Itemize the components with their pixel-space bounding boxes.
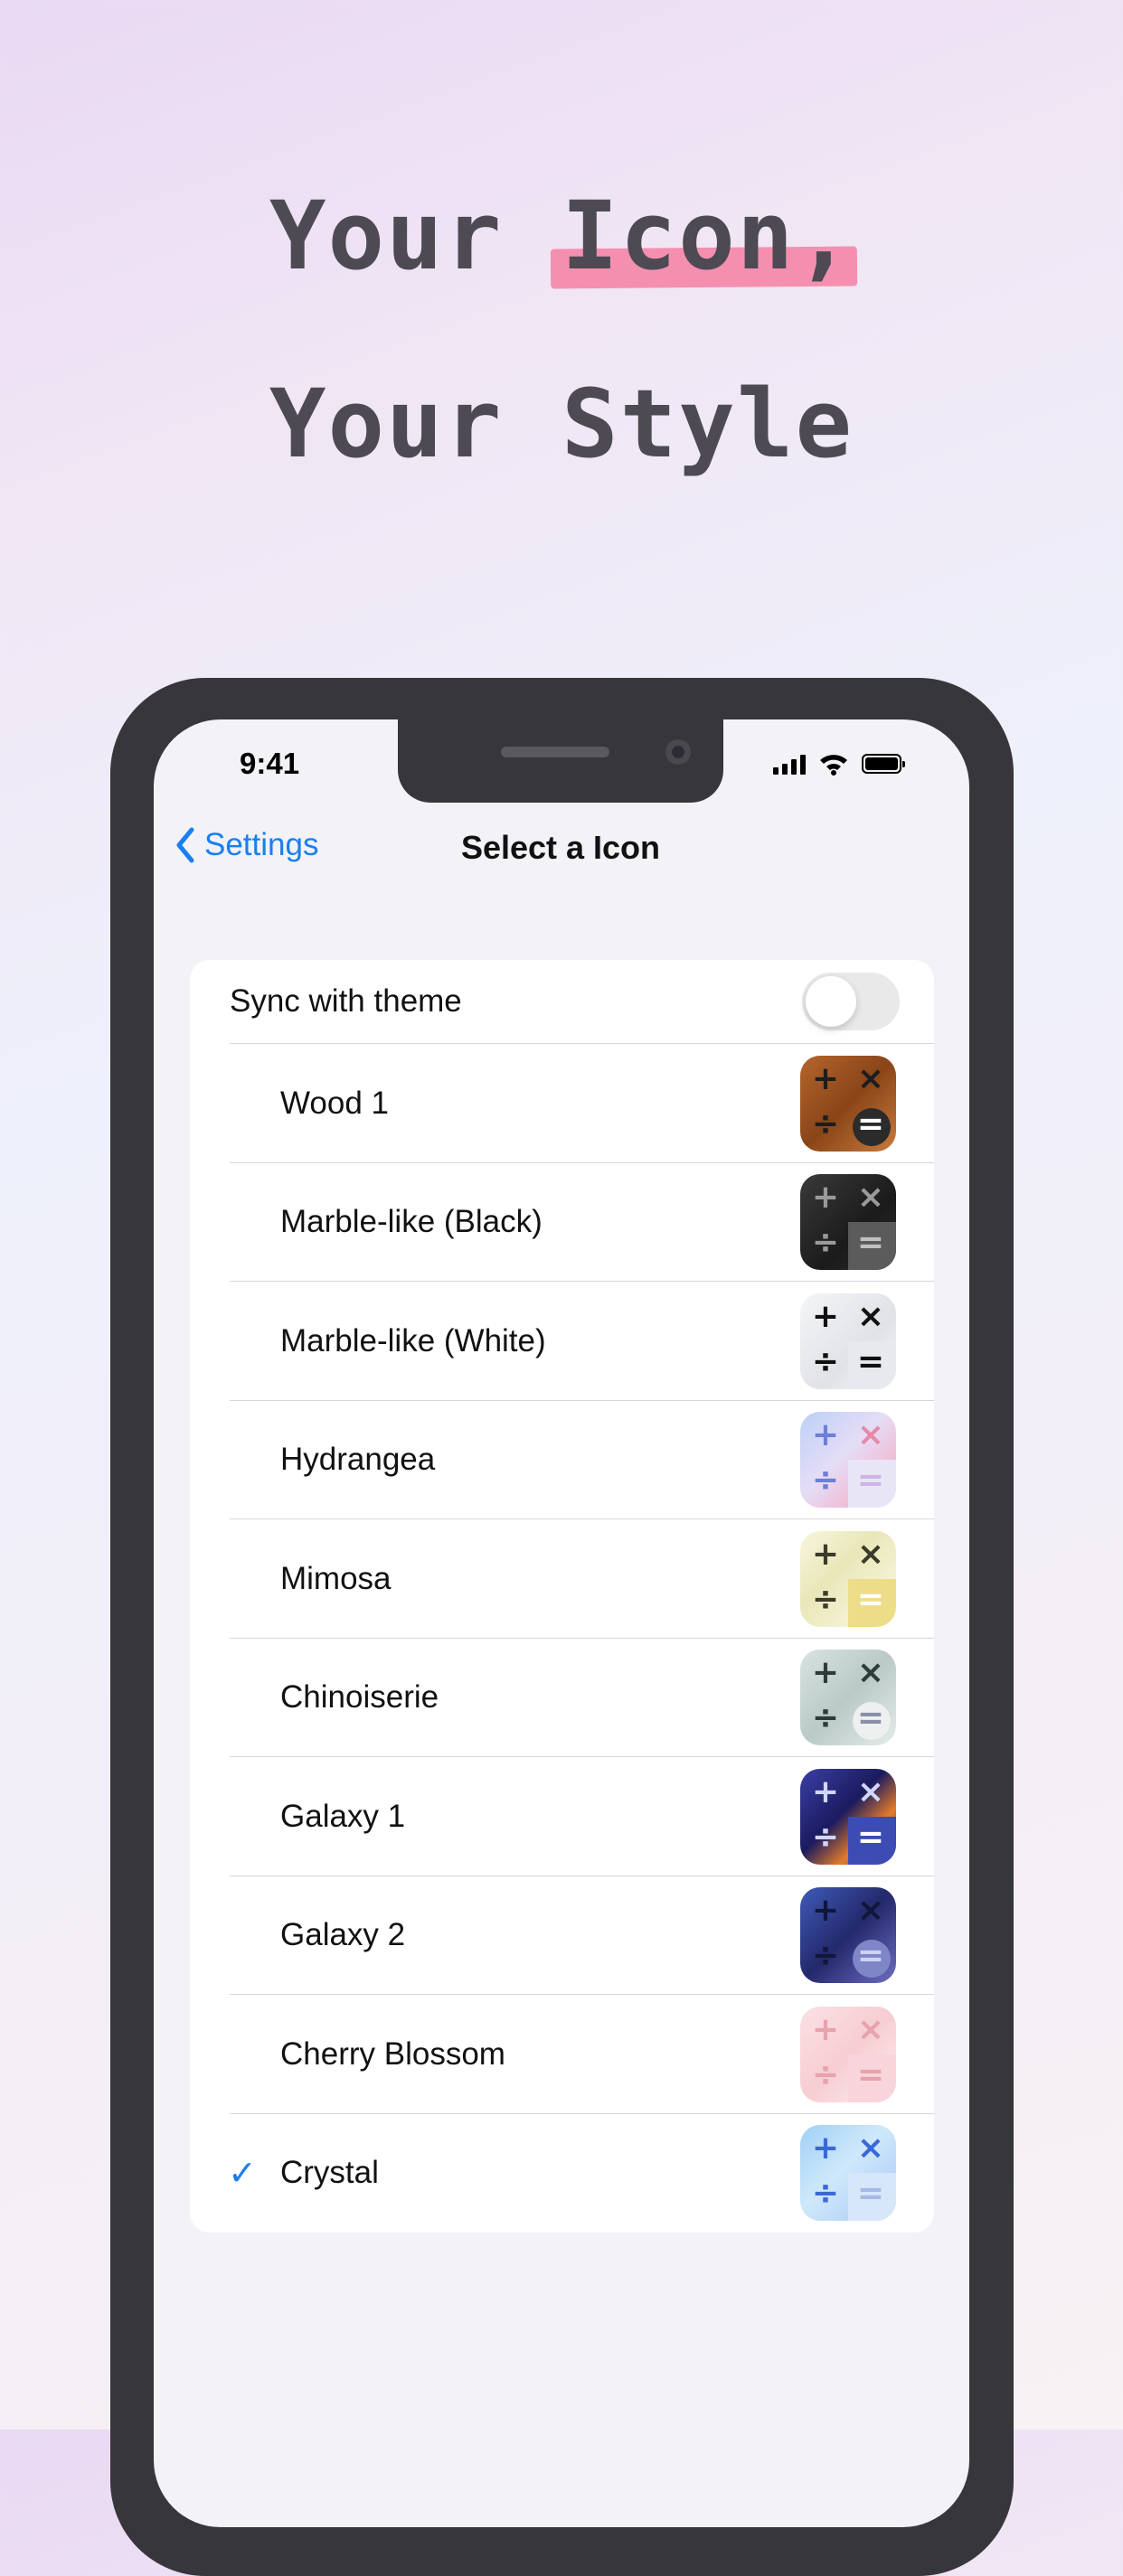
speaker-grille — [501, 747, 609, 757]
icon-row-wood[interactable]: Wood 1 + × ÷ = — [190, 1044, 934, 1163]
settings-group: Sync with theme Wood 1 + × ÷ = Marble-like (B… — [190, 960, 934, 2233]
times-glyph: × — [856, 1416, 885, 1454]
divide-glyph: ÷ — [811, 1937, 840, 1975]
icon-row-label: Wood 1 — [280, 1085, 389, 1121]
icon-row-hydrangea[interactable]: Hydrangea + × ÷ = — [190, 1401, 934, 1520]
times-glyph: × — [856, 1059, 885, 1097]
app-icon-preview-wood: + × ÷ = — [800, 1055, 896, 1152]
back-button[interactable]: Settings — [175, 827, 318, 863]
wifi-icon — [820, 755, 847, 776]
equals-glyph: = — [856, 1342, 885, 1380]
times-glyph: × — [856, 1535, 885, 1573]
chevron-left-icon — [176, 827, 194, 863]
icon-row-label: Cherry Blossom — [280, 2035, 505, 2072]
back-label: Settings — [204, 827, 319, 862]
headline-your: Your — [269, 181, 562, 291]
equals-glyph: = — [856, 1105, 885, 1142]
divide-glyph: ÷ — [811, 2175, 840, 2213]
icon-row-label: Marble-like (White) — [280, 1322, 546, 1359]
icon-row-mimosa[interactable]: Mimosa + × ÷ = — [190, 1519, 934, 1639]
icon-row-label: Crystal — [280, 2155, 379, 2191]
headline-line-2: Your Style — [269, 369, 854, 479]
equals-glyph: = — [856, 2175, 885, 2213]
equals-glyph: = — [856, 1224, 885, 1262]
app-icon-preview-marble-black: + × ÷ = — [800, 1174, 896, 1271]
app-icon-preview-cherry: + × ÷ = — [800, 2006, 896, 2102]
divide-glyph: ÷ — [811, 1580, 840, 1618]
icon-row-label: Chinoiserie — [280, 1679, 439, 1716]
sync-row: Sync with theme — [190, 960, 934, 1043]
front-camera — [665, 739, 691, 765]
app-icon-preview-galaxy2: + × ÷ = — [800, 1887, 896, 1984]
divide-glyph: ÷ — [811, 1699, 840, 1737]
divide-glyph: ÷ — [811, 1224, 840, 1262]
icon-row-marble-white[interactable]: Marble-like (White) + × ÷ = — [190, 1282, 934, 1401]
divide-glyph: ÷ — [811, 1818, 840, 1856]
app-icon-preview-marble-white: + × ÷ = — [800, 1293, 896, 1389]
status-time: 9:41 — [240, 747, 300, 780]
battery-icon — [862, 754, 905, 774]
equals-glyph: = — [856, 1937, 885, 1975]
times-glyph: × — [856, 1892, 885, 1930]
icon-row-cherry[interactable]: Cherry Blossom + × ÷ = — [190, 1995, 934, 2114]
plus-glyph: + — [811, 2010, 840, 2048]
plus-glyph: + — [811, 1416, 840, 1454]
divide-glyph: ÷ — [811, 1105, 840, 1142]
cellular-signal-icon — [773, 753, 806, 775]
highlight-mark: Icon, — [562, 181, 854, 291]
sync-label: Sync with theme — [230, 983, 462, 1019]
equals-glyph: = — [856, 1462, 885, 1500]
sync-toggle[interactable] — [802, 973, 900, 1030]
equals-glyph: = — [856, 2055, 885, 2093]
icon-row-chinoiserie[interactable]: Chinoiserie + × ÷ = — [190, 1639, 934, 1758]
plus-glyph: + — [811, 1059, 840, 1097]
icon-row-label: Mimosa — [280, 1560, 392, 1596]
plus-glyph: + — [811, 2129, 840, 2167]
equals-glyph: = — [856, 1818, 885, 1856]
icon-row-label: Hydrangea — [280, 1442, 436, 1478]
plus-glyph: + — [811, 1654, 840, 1692]
icon-row-label: Marble-like (Black) — [280, 1204, 543, 1240]
equals-glyph: = — [856, 1699, 885, 1737]
headline-icon-word: Icon, — [562, 181, 854, 291]
divide-glyph: ÷ — [811, 1342, 840, 1380]
plus-glyph: + — [811, 1772, 840, 1810]
divide-glyph: ÷ — [811, 1462, 840, 1500]
icon-row-label: Galaxy 1 — [280, 1798, 406, 1834]
times-glyph: × — [856, 1179, 885, 1217]
divide-glyph: ÷ — [811, 2055, 840, 2093]
toggle-knob — [806, 976, 856, 1027]
app-icon-preview-chinoiserie: + × ÷ = — [800, 1650, 896, 1746]
app-icon-preview-hydrangea: + × ÷ = — [800, 1412, 896, 1509]
equals-glyph: = — [856, 1580, 885, 1618]
app-icon-preview-galaxy1: + × ÷ = — [800, 1768, 896, 1865]
app-icon-preview-crystal: + × ÷ = — [800, 2125, 896, 2222]
plus-glyph: + — [811, 1892, 840, 1930]
icon-row-label: Galaxy 2 — [280, 1917, 406, 1953]
plus-glyph: + — [811, 1297, 840, 1335]
icon-row-galaxy1[interactable]: Galaxy 1 + × ÷ = — [190, 1757, 934, 1876]
page-title: Select a Icon — [460, 829, 661, 866]
checkmark-icon: ✓ — [228, 2154, 257, 2193]
icon-row-crystal[interactable]: ✓ Crystal + × ÷ = — [190, 2114, 934, 2233]
times-glyph: × — [856, 1654, 885, 1692]
status-icons — [773, 750, 905, 777]
times-glyph: × — [856, 2129, 885, 2167]
app-icon-preview-mimosa: + × ÷ = — [800, 1530, 896, 1627]
plus-glyph: + — [811, 1179, 840, 1217]
icon-row-galaxy2[interactable]: Galaxy 2 + × ÷ = — [190, 1876, 934, 1996]
plus-glyph: + — [811, 1535, 840, 1573]
times-glyph: × — [856, 1772, 885, 1810]
headline-line-1: Your Icon, — [0, 181, 1123, 291]
times-glyph: × — [856, 1297, 885, 1335]
times-glyph: × — [856, 2010, 885, 2048]
icon-row-marble-black[interactable]: Marble-like (Black) + × ÷ = — [190, 1163, 934, 1283]
